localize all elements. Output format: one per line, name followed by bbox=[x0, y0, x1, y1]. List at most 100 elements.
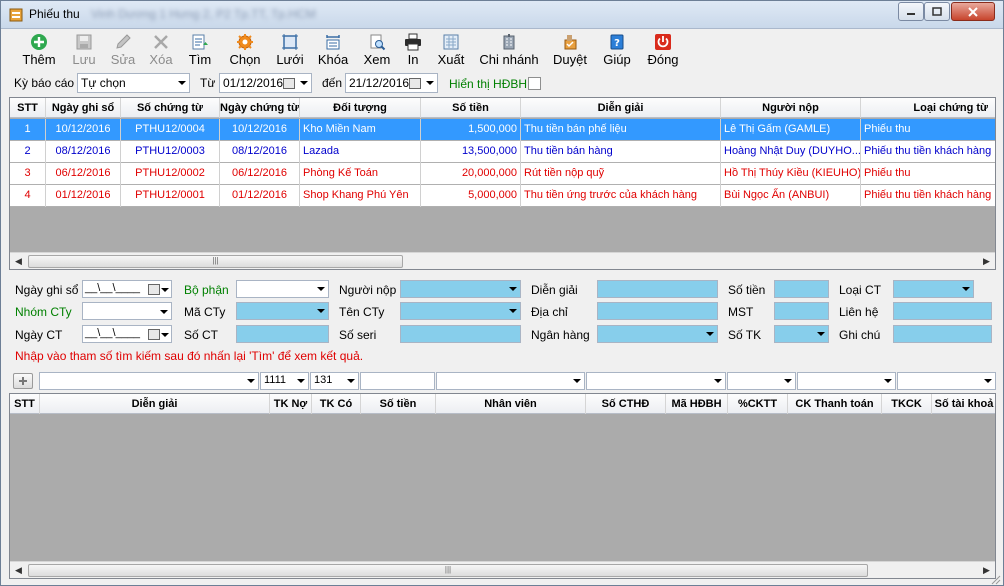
column-header[interactable]: Loại chứng từ bbox=[861, 98, 995, 118]
search-label-dia-chi: Địa chỉ bbox=[531, 305, 568, 319]
address-field[interactable] bbox=[597, 302, 718, 320]
column-header[interactable]: TK Nợ bbox=[270, 394, 312, 414]
receipts-grid-hscrollbar[interactable]: ◀ ||| ▶ bbox=[10, 252, 995, 269]
department-select[interactable] bbox=[236, 280, 329, 298]
toolbar-button-them[interactable]: Thêm bbox=[19, 32, 59, 68]
bank-select[interactable] bbox=[597, 325, 718, 343]
show-invoice-checkbox[interactable] bbox=[528, 77, 541, 90]
scroll-left-icon[interactable]: ◀ bbox=[10, 562, 27, 578]
to-date-picker[interactable]: 21/12/2016 bbox=[345, 73, 438, 93]
table-row[interactable]: 3 06/12/2016 PTHU12/0002 06/12/2016 Phòng Kế… bbox=[10, 163, 995, 185]
column-header[interactable]: Số tiền bbox=[421, 98, 521, 118]
company-code-select[interactable] bbox=[236, 302, 329, 320]
chevron-down-icon bbox=[317, 309, 325, 313]
period-select[interactable]: Tự chọn bbox=[77, 73, 190, 93]
search-label-dien-giai: Diễn giải bbox=[531, 283, 578, 297]
toolbar-button-duyet[interactable]: Duyệt bbox=[552, 32, 588, 68]
column-header[interactable]: STT bbox=[10, 98, 46, 118]
detail-invoice-select[interactable] bbox=[586, 372, 726, 390]
column-header[interactable]: Ngày ghi sổ bbox=[46, 98, 121, 118]
maximize-button[interactable] bbox=[924, 2, 950, 21]
scroll-thumb[interactable]: ||| bbox=[28, 564, 868, 577]
scroll-left-icon[interactable]: ◀ bbox=[10, 253, 27, 269]
detail-discount-pct-select[interactable] bbox=[727, 372, 796, 390]
scroll-right-icon[interactable]: ▶ bbox=[978, 253, 995, 269]
company-name-select[interactable] bbox=[400, 302, 521, 320]
column-header[interactable]: Số tiền bbox=[361, 394, 436, 414]
toolbar-button-luu[interactable]: Lưu bbox=[67, 32, 101, 68]
column-header[interactable]: Nhân viên bbox=[436, 394, 586, 414]
table-cell-nguoi-nop: Bùi Ngọc Ẩn (ANBUI) bbox=[721, 185, 861, 207]
detail-employee-select[interactable] bbox=[436, 372, 585, 390]
table-row[interactable]: 2 08/12/2016 PTHU12/0003 08/12/2016 Lazada 13… bbox=[10, 141, 995, 163]
column-header[interactable]: Người nộp bbox=[721, 98, 861, 118]
add-detail-button[interactable] bbox=[13, 373, 33, 389]
column-header[interactable]: Số CTHĐ bbox=[586, 394, 666, 414]
toolbar-button-chon[interactable]: Chọn bbox=[226, 32, 264, 68]
amount-field[interactable] bbox=[774, 280, 829, 298]
column-header[interactable]: Số tài khoả bbox=[932, 394, 995, 414]
chevron-down-icon bbox=[347, 379, 355, 383]
table-cell-stt: 3 bbox=[10, 163, 46, 185]
column-header[interactable]: Mã HĐBH bbox=[666, 394, 728, 414]
detail-description-select[interactable] bbox=[39, 372, 259, 390]
column-header[interactable]: Ngày chứng từ bbox=[220, 98, 300, 118]
resize-grip-icon[interactable] bbox=[989, 573, 1001, 585]
company-group-select[interactable] bbox=[82, 302, 172, 320]
column-header[interactable]: %CKTT bbox=[728, 394, 788, 414]
minimize-button[interactable] bbox=[898, 2, 924, 21]
export-icon bbox=[443, 34, 459, 50]
tax-code-field[interactable] bbox=[774, 302, 829, 320]
save-icon bbox=[76, 34, 92, 50]
column-header[interactable]: Đối tượng bbox=[300, 98, 421, 118]
detail-grid-hscrollbar[interactable]: ◀ ||| ▶ bbox=[10, 561, 995, 578]
column-header[interactable]: TKCK bbox=[882, 394, 932, 414]
detail-discount-payment-select[interactable] bbox=[797, 372, 896, 390]
toolbar-button-xoa[interactable]: Xóa bbox=[144, 32, 178, 68]
table-cell-loai-ct: Phiếu thu bbox=[861, 163, 995, 185]
toolbar-button-in[interactable]: In bbox=[399, 32, 427, 68]
search-label-so-tk: Số TK bbox=[728, 328, 762, 342]
chevron-down-icon bbox=[884, 379, 892, 383]
account-number-select[interactable] bbox=[774, 325, 829, 343]
toolbar-button-tim[interactable]: Tìm bbox=[183, 32, 217, 68]
detail-debit-account-select[interactable]: 1111 bbox=[260, 372, 309, 390]
document-date-field[interactable]: __\__\____ bbox=[82, 325, 172, 343]
column-header[interactable]: Diễn giải bbox=[521, 98, 721, 118]
close-button[interactable] bbox=[951, 2, 995, 21]
toolbar-button-sua[interactable]: Sửa bbox=[106, 32, 140, 68]
column-header[interactable]: TK Có bbox=[312, 394, 361, 414]
table-row[interactable]: 1 10/12/2016 PTHU12/0004 10/12/2016 Kho Miền… bbox=[10, 119, 995, 141]
document-number-field[interactable] bbox=[236, 325, 329, 343]
column-header[interactable]: CK Thanh toán bbox=[788, 394, 882, 414]
description-field[interactable] bbox=[597, 280, 718, 298]
document-type-select[interactable] bbox=[893, 280, 974, 298]
toolbar-button-chi-nhanh[interactable]: Chi nhánh bbox=[478, 32, 540, 68]
detail-amount-field[interactable] bbox=[360, 372, 435, 390]
scroll-thumb[interactable]: ||| bbox=[28, 255, 403, 268]
approve-icon bbox=[564, 35, 577, 50]
app-icon bbox=[9, 8, 23, 22]
table-cell-so-ct: PTHU12/0001 bbox=[121, 185, 220, 207]
toolbar-button-giup[interactable]: ? Giúp bbox=[601, 32, 633, 68]
calendar-icon bbox=[148, 329, 160, 340]
payer-select[interactable] bbox=[400, 280, 521, 298]
toolbar-button-xuat[interactable]: Xuất bbox=[434, 32, 468, 68]
posting-date-field[interactable]: __\__\____ bbox=[82, 280, 172, 298]
column-header[interactable]: Số chứng từ bbox=[121, 98, 220, 118]
contact-field[interactable] bbox=[893, 302, 992, 320]
toolbar-button-luoi[interactable]: Lưới bbox=[273, 32, 307, 68]
detail-credit-account-select[interactable]: 131 bbox=[310, 372, 359, 390]
toolbar-button-xem[interactable]: Xem bbox=[360, 32, 394, 68]
note-field[interactable] bbox=[893, 325, 992, 343]
toolbar-button-khoa[interactable]: Khóa bbox=[316, 32, 350, 68]
from-date-picker[interactable]: 01/12/2016 bbox=[219, 73, 312, 93]
toolbar-button-dong[interactable]: Đóng bbox=[645, 32, 681, 68]
maximize-icon bbox=[932, 7, 942, 16]
column-header[interactable]: STT bbox=[10, 394, 40, 414]
detail-discount-account-select[interactable] bbox=[897, 372, 996, 390]
serial-number-field[interactable] bbox=[400, 325, 521, 343]
column-header[interactable]: Diễn giải bbox=[40, 394, 270, 414]
chevron-down-icon bbox=[297, 379, 305, 383]
table-row[interactable]: 4 01/12/2016 PTHU12/0001 01/12/2016 Shop Kha… bbox=[10, 185, 995, 207]
